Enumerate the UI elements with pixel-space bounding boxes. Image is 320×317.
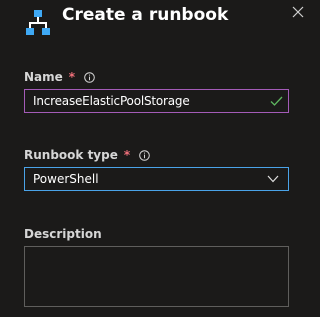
- required-marker: *: [68, 70, 76, 84]
- checkmark-icon: [270, 96, 283, 106]
- name-label: Name *: [24, 69, 95, 85]
- description-field[interactable]: [24, 246, 289, 307]
- runbook-type-dropdown[interactable]: PowerShell: [24, 167, 289, 191]
- description-label: Description: [24, 226, 102, 242]
- name-field[interactable]: IncreaseElasticPoolStorage: [24, 89, 289, 113]
- panel-title: Create a runbook: [62, 5, 229, 25]
- runbook-icon: [26, 10, 50, 35]
- name-field-value[interactable]: IncreaseElasticPoolStorage: [33, 94, 190, 108]
- runbook-type-label: Runbook type *: [24, 147, 150, 163]
- close-icon[interactable]: [290, 4, 306, 20]
- runbook-type-label-text: Runbook type: [24, 148, 118, 162]
- info-icon[interactable]: [84, 71, 95, 83]
- runbook-type-selected[interactable]: PowerShell: [33, 172, 99, 186]
- create-runbook-panel: Create a runbook Name * IncreaseElasticP…: [0, 0, 312, 317]
- required-marker: *: [123, 148, 131, 162]
- name-label-text: Name: [24, 70, 63, 84]
- chevron-down-icon[interactable]: [267, 175, 279, 183]
- info-icon[interactable]: [139, 149, 150, 161]
- description-label-text: Description: [24, 227, 102, 241]
